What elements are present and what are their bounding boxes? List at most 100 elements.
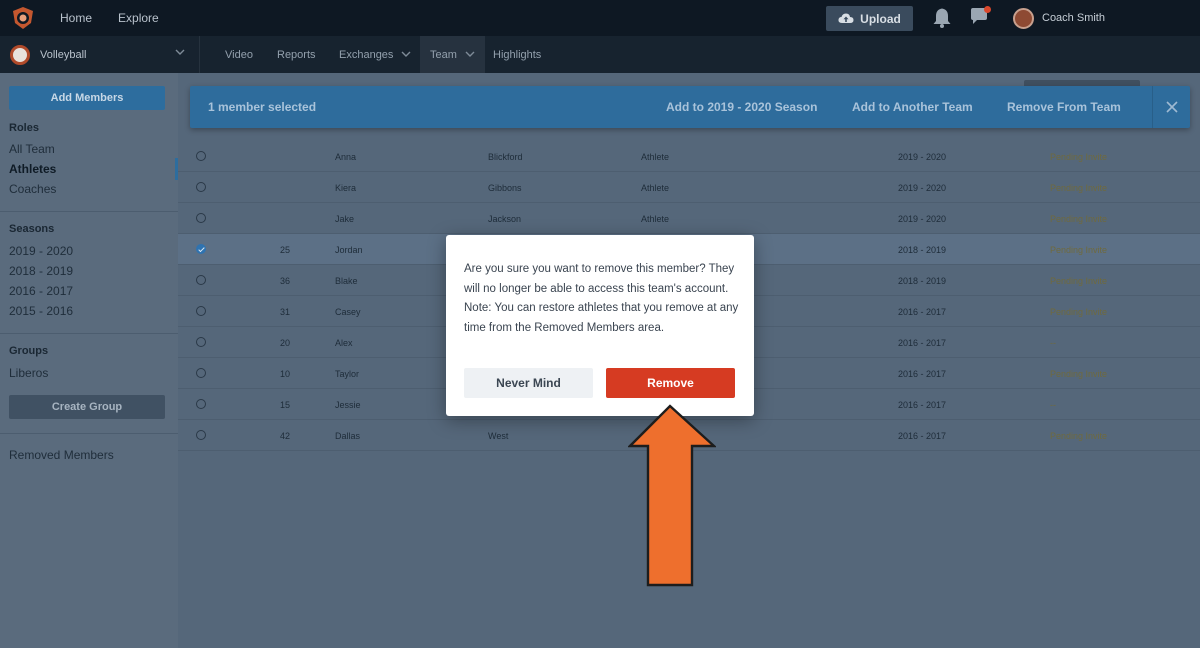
cell-status: Pending Invite [1050, 431, 1108, 441]
cell-season: 2016 - 2017 [898, 431, 947, 441]
tab-highlights[interactable]: Highlights [480, 36, 554, 73]
row-radio[interactable] [196, 337, 206, 347]
dialog-message: Are you sure you want to remove this mem… [464, 263, 739, 334]
sidebar-item-season-2018[interactable]: 2018 - 2019 [9, 264, 73, 278]
cell-role: Athlete [641, 152, 670, 162]
cell-first-name: Blake [335, 276, 358, 286]
cell-first-name: Jessie [335, 400, 361, 410]
logo-icon[interactable] [10, 5, 36, 31]
volleyball-icon [10, 44, 30, 65]
row-radio[interactable] [196, 368, 206, 378]
team-selector[interactable]: Volleyball [0, 36, 200, 73]
cell-season: 2018 - 2019 [898, 276, 947, 286]
table-row[interactable]: Kiera Gibbons Athlete 2019 - 2020 Pendin… [178, 172, 1200, 203]
row-radio[interactable] [196, 430, 206, 440]
cell-first-name: Kiera [335, 183, 357, 193]
cell-status: -- [1050, 338, 1056, 348]
sidebar-item-season-2019[interactable]: 2019 - 2020 [9, 244, 73, 258]
cell-role: Athlete [641, 214, 670, 224]
add-to-another-team-button[interactable]: Add to Another Team [852, 100, 973, 114]
cell-last-name: West [488, 431, 509, 441]
tab-highlights-label: Highlights [493, 48, 542, 61]
sidebar-item-all-team[interactable]: All Team [9, 142, 55, 156]
confirm-remove-dialog: Are you sure you want to remove this mem… [446, 235, 754, 416]
cell-role: Athlete [641, 183, 670, 193]
nav-link-home[interactable]: Home [60, 11, 92, 25]
add-to-season-button[interactable]: Add to 2019 - 2020 Season [666, 100, 817, 114]
divider [0, 333, 178, 334]
cell-number: 25 [280, 245, 291, 255]
cell-season: 2019 - 2020 [898, 183, 947, 193]
chevron-down-icon [401, 51, 411, 57]
seasons-heading: Seasons [9, 223, 55, 235]
cell-status: Pending Invite [1050, 183, 1108, 193]
row-radio[interactable] [196, 399, 206, 409]
cell-first-name: Anna [335, 152, 357, 162]
remove-button[interactable]: Remove [606, 368, 735, 398]
divider [1152, 86, 1153, 128]
sidebar-item-liberos[interactable]: Liberos [9, 366, 48, 380]
sidebar-item-season-2016[interactable]: 2016 - 2017 [9, 284, 73, 298]
cell-first-name: Taylor [335, 369, 360, 379]
upload-button-label: Upload [860, 11, 901, 26]
sidebar-item-coaches[interactable]: Coaches [9, 182, 56, 196]
row-radio[interactable] [196, 213, 206, 223]
row-radio[interactable] [196, 306, 206, 316]
selection-banner: 1 member selected Add to 2019 - 2020 Sea… [190, 86, 1190, 128]
divider [0, 433, 178, 434]
annotation-arrow-icon [628, 404, 716, 587]
cell-season: 2016 - 2017 [898, 400, 947, 410]
team-name: Volleyball [40, 48, 87, 61]
cell-first-name: Casey [335, 307, 361, 317]
roles-heading: Roles [9, 122, 39, 134]
notification-dot [984, 6, 991, 13]
row-radio[interactable] [196, 275, 206, 285]
cell-status: Pending Invite [1050, 152, 1108, 162]
bell-icon[interactable] [932, 7, 952, 29]
cell-status: -- [1050, 400, 1056, 410]
user-name[interactable]: Coach Smith [1042, 12, 1105, 24]
groups-heading: Groups [9, 345, 49, 357]
cell-season: 2018 - 2019 [898, 245, 947, 255]
table-row[interactable]: Jake Jackson Athlete 2019 - 2020 Pending… [178, 203, 1200, 234]
create-group-button[interactable]: Create Group [9, 395, 165, 419]
cell-status: Pending Invite [1050, 307, 1108, 317]
nav-link-explore[interactable]: Explore [118, 11, 159, 25]
cell-first-name: Jordan [335, 245, 363, 255]
sidebar-item-removed-members[interactable]: Removed Members [9, 448, 114, 462]
chevron-down-icon [175, 49, 185, 55]
cell-number: 10 [280, 369, 291, 379]
tab-video[interactable]: Video [211, 36, 267, 73]
never-mind-button[interactable]: Never Mind [464, 368, 593, 398]
cell-number: 31 [280, 307, 291, 317]
cell-status: Pending Invite [1050, 214, 1108, 224]
cell-last-name: Gibbons [488, 183, 522, 193]
sidebar: Add Members Roles All Team Athletes Coac… [0, 73, 178, 648]
tab-reports[interactable]: Reports [263, 36, 330, 73]
add-members-button[interactable]: Add Members [9, 86, 165, 110]
chevron-down-icon [465, 51, 475, 57]
tab-exchanges-label: Exchanges [339, 48, 394, 61]
close-icon[interactable] [1165, 100, 1179, 114]
row-radio[interactable] [196, 182, 206, 192]
table-row[interactable]: Anna Blickford Athlete 2019 - 2020 Pendi… [178, 141, 1200, 172]
cell-number: 36 [280, 276, 291, 286]
tab-reports-label: Reports [277, 48, 316, 61]
team-navigation-bar: Volleyball Video Reports Exchanges Team … [0, 36, 1200, 73]
cell-season: 2016 - 2017 [898, 338, 947, 348]
tab-team[interactable]: Team [420, 36, 485, 73]
upload-button[interactable]: Upload [826, 6, 913, 31]
tab-video-label: Video [225, 48, 253, 61]
tab-exchanges[interactable]: Exchanges [325, 36, 425, 73]
sidebar-item-season-2015[interactable]: 2015 - 2016 [9, 304, 73, 318]
cell-number: 15 [280, 400, 291, 410]
remove-from-team-button[interactable]: Remove From Team [1007, 100, 1121, 114]
cell-season: 2019 - 2020 [898, 214, 947, 224]
row-radio[interactable] [196, 244, 206, 254]
cell-number: 20 [280, 338, 291, 348]
avatar[interactable] [1013, 8, 1034, 29]
cell-season: 2016 - 2017 [898, 369, 947, 379]
sidebar-item-athletes[interactable]: Athletes [9, 162, 56, 176]
row-radio[interactable] [196, 151, 206, 161]
cell-season: 2016 - 2017 [898, 307, 947, 317]
